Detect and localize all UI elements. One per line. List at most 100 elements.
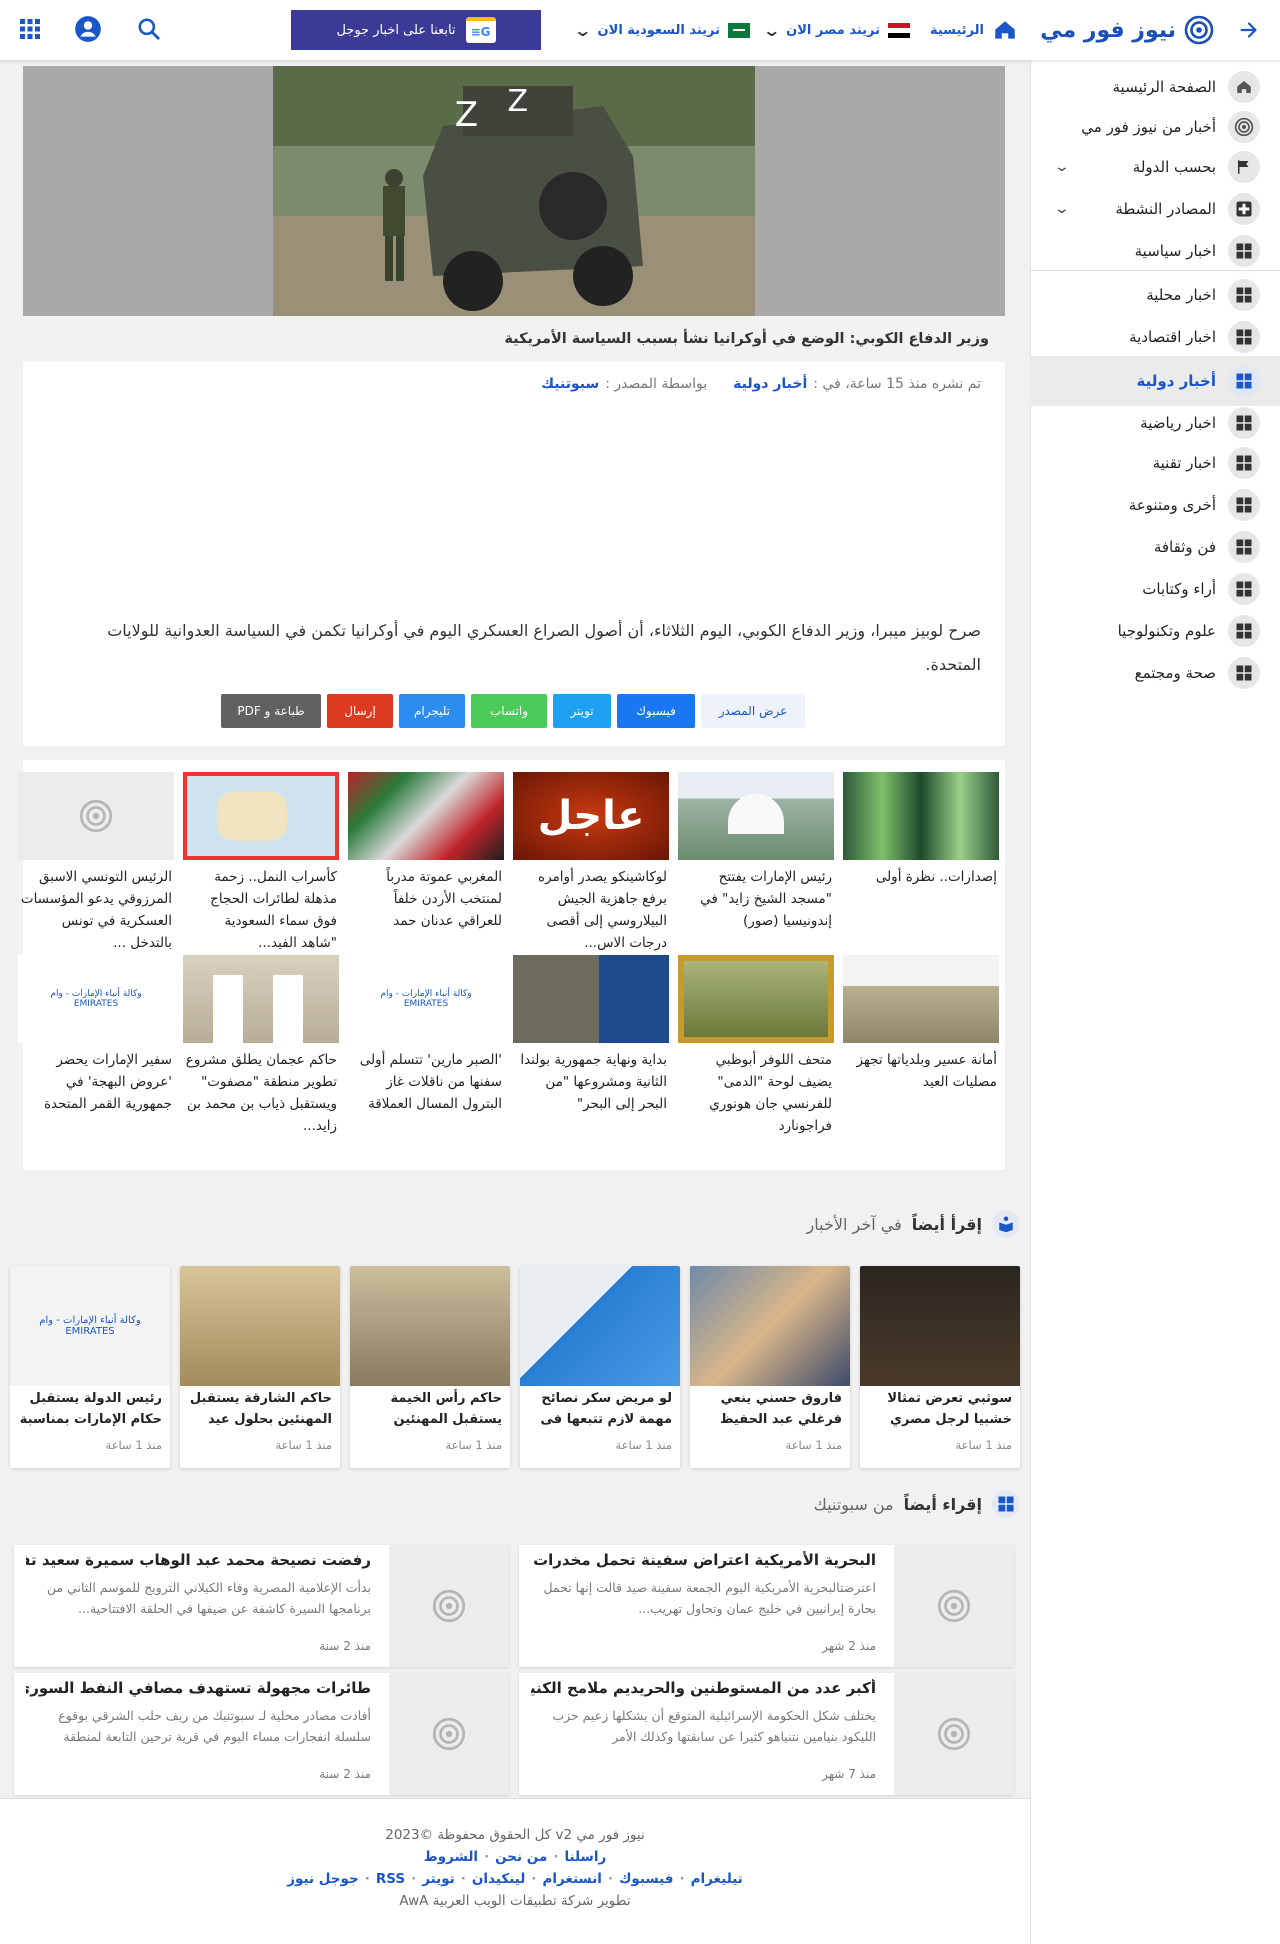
sidebar-item-4[interactable]: اخبار سياسية xyxy=(1060,232,1260,270)
grid-news-item[interactable]: إصدارات.. نظرة أولى xyxy=(843,772,999,888)
whatsapp-share-button[interactable]: واتساب xyxy=(471,694,547,728)
footer-link[interactable]: الشروط xyxy=(424,1849,478,1865)
card-thumbnail[interactable]: وكالة أنباء الإمارات - وام EMIRATES xyxy=(10,1266,170,1386)
telegram-share-button[interactable]: تليجرام xyxy=(399,694,465,728)
sidebar-item-11[interactable]: فن وثقافة xyxy=(1060,528,1260,566)
back-arrow-icon[interactable] xyxy=(1238,19,1260,41)
social-link[interactable]: RSS xyxy=(376,1871,405,1887)
news-caption[interactable]: متحف اللوفر أبوظبي يضيف لوحة "الدمى" للف… xyxy=(678,1049,834,1137)
news-caption[interactable]: كأسراب النمل.. زحمة مذهلة لطائرات الحجاج… xyxy=(183,866,339,954)
card-title[interactable]: طائرات مجهولة تستهدف مصافي النفط السوري xyxy=(26,1679,371,1697)
social-link[interactable]: لينكيدان xyxy=(472,1871,525,1887)
source-news-card[interactable]: البحرية الأمريكية اعتراض سفينة تحمل مخدر… xyxy=(519,1545,1014,1667)
news-caption[interactable]: لوكاشينكو يصدر أوامره برفع جاهزية الجيش … xyxy=(513,866,669,954)
sidebar-item-5[interactable]: اخبار محلية xyxy=(1060,276,1260,314)
also-read-card[interactable]: لو مريض سكر نصائح مهمة لازم تتبعها فى عي… xyxy=(520,1266,680,1468)
news-caption[interactable]: 'الصبر مارين' تتسلم أولى سفنها من ناقلات… xyxy=(348,1049,504,1115)
news-thumbnail[interactable] xyxy=(678,955,834,1043)
sidebar-item-13[interactable]: علوم وتكنولوجيا xyxy=(1060,612,1260,650)
news-caption[interactable]: الرئيس التونسي الاسبق المرزوقي يدعو المؤ… xyxy=(18,866,174,954)
twitter-share-button[interactable]: تويتر xyxy=(553,694,611,728)
grid-news-item[interactable]: المغربي عموتة مدرباً لمنتخب الأردن خلفاً… xyxy=(348,772,504,932)
sidebar-item-8[interactable]: اخبار رياضية xyxy=(1060,404,1260,442)
grid-news-item[interactable]: الرئيس التونسي الاسبق المرزوقي يدعو المؤ… xyxy=(18,772,174,954)
site-logo[interactable]: نيوز فور مي xyxy=(1040,10,1260,50)
news-thumbnail[interactable] xyxy=(183,955,339,1043)
news-caption[interactable]: المغربي عموتة مدرباً لمنتخب الأردن خلفاً… xyxy=(348,866,504,932)
card-title[interactable]: رئيس الدولة يستقبل حكام الإمارات بمناسبة… xyxy=(10,1386,170,1434)
news-caption[interactable]: أمانة عسير وبلدياتها تجهز مصليات العيد xyxy=(843,1049,999,1093)
grid-news-item[interactable]: عاجل لوكاشينكو يصدر أوامره برفع جاهزية ال… xyxy=(513,772,669,954)
card-thumbnail[interactable] xyxy=(350,1266,510,1386)
news-thumbnail[interactable] xyxy=(678,772,834,860)
footer-link[interactable]: راسلنا xyxy=(564,1849,606,1865)
also-read-card[interactable]: فاروق حسني ينعي فرغلي عبد الحفيظ كان حاض… xyxy=(690,1266,850,1468)
news-thumbnail[interactable]: وكالة أنباء الإمارات - وام EMIRATES xyxy=(18,955,174,1043)
chevron-down-icon[interactable]: ⌄ xyxy=(1054,159,1070,175)
card-title[interactable]: سوثبي تعرض تمثالا خشبيا لرجل مصري يرجع xyxy=(860,1386,1020,1434)
grid-news-item[interactable]: أمانة عسير وبلدياتها تجهز مصليات العيد xyxy=(843,955,999,1093)
news-caption[interactable]: إصدارات.. نظرة أولى xyxy=(843,866,999,888)
print-pdf-button[interactable]: طباعة و PDF xyxy=(221,694,321,728)
card-thumbnail[interactable] xyxy=(520,1266,680,1386)
sidebar-item-6[interactable]: اخبار اقتصادية xyxy=(1060,318,1260,356)
grid-news-item[interactable]: حاكم عجمان يطلق مشروع تطوير منطقة "مصفوت… xyxy=(183,955,339,1137)
news-caption[interactable]: سفير الإمارات يحضر 'عروض البهجة' في جمهو… xyxy=(18,1049,174,1115)
news-thumbnail[interactable] xyxy=(843,772,999,860)
grid-news-item[interactable]: متحف اللوفر أبوظبي يضيف لوحة "الدمى" للف… xyxy=(678,955,834,1137)
news-thumbnail[interactable] xyxy=(18,772,174,860)
sidebar-item-7[interactable]: أخبار دولية xyxy=(1030,356,1280,406)
news-thumbnail[interactable] xyxy=(513,955,669,1043)
grid-news-item[interactable]: بداية ونهاية جمهورية بولندا الثانية ومشر… xyxy=(513,955,669,1115)
facebook-share-button[interactable]: فيسبوك xyxy=(617,694,695,728)
grid-news-item[interactable]: وكالة أنباء الإمارات - وام EMIRATES سفير ا… xyxy=(18,955,174,1115)
social-link[interactable]: فيسبوك xyxy=(619,1871,673,1887)
send-button[interactable]: إرسال xyxy=(327,694,393,728)
source-news-card[interactable]: رفضت نصيحة محمد عبد الوهاب سميرة سعيد تف… xyxy=(14,1545,509,1667)
sidebar-item-3[interactable]: المصادر النشطة ⌄ xyxy=(1054,190,1260,228)
card-title[interactable]: لو مريض سكر نصائح مهمة لازم تتبعها فى عي… xyxy=(520,1386,680,1434)
also-read-card[interactable]: وكالة أنباء الإمارات - وام EMIRATES رئيس ا… xyxy=(10,1266,170,1468)
account-icon[interactable] xyxy=(74,15,102,43)
news-thumbnail[interactable] xyxy=(183,772,339,860)
trend-saudi-dropdown[interactable]: تريند السعودية الان ⌄ xyxy=(573,12,750,48)
card-title[interactable]: أكبر عدد من المستوطنين والحريديم ملامح ا… xyxy=(531,1679,876,1697)
card-thumbnail[interactable] xyxy=(690,1266,850,1386)
card-title[interactable]: حاكم رأس الخيمة يستقبل المهنئين بحلول عي… xyxy=(350,1386,510,1434)
source-news-card[interactable]: أكبر عدد من المستوطنين والحريديم ملامح ا… xyxy=(519,1673,1014,1795)
card-placeholder-thumbnail[interactable] xyxy=(389,1545,509,1667)
card-thumbnail[interactable] xyxy=(860,1266,1020,1386)
grid-news-item[interactable]: رئيس الإمارات يفتتح "مسجد الشيخ زايد" في… xyxy=(678,772,834,932)
grid-news-item[interactable]: كأسراب النمل.. زحمة مذهلة لطائرات الحجاج… xyxy=(183,772,339,954)
meta-category-link[interactable]: أخبار دولية xyxy=(733,376,807,392)
trend-egypt-dropdown[interactable]: تريند مصر الان ⌄ xyxy=(762,12,910,48)
card-title[interactable]: فاروق حسني ينعي فرغلي عبد الحفيظ كان حاض… xyxy=(690,1386,850,1434)
sidebar-item-0[interactable]: الصفحة الرئيسية xyxy=(1060,68,1260,106)
meta-source-link[interactable]: سبوتنيك xyxy=(541,376,599,392)
sidebar-item-14[interactable]: صحة ومجتمع xyxy=(1060,654,1260,692)
sidebar-item-10[interactable]: أخرى ومتنوعة xyxy=(1060,486,1260,524)
source-news-card[interactable]: طائرات مجهولة تستهدف مصافي النفط السوري أ… xyxy=(14,1673,509,1795)
nav-home-link[interactable]: الرئيسية xyxy=(930,12,1018,48)
also-read-card[interactable]: سوثبي تعرض تمثالا خشبيا لرجل مصري يرجع من… xyxy=(860,1266,1020,1468)
news-thumbnail[interactable] xyxy=(843,955,999,1043)
news-thumbnail[interactable]: وكالة أنباء الإمارات - وام EMIRATES xyxy=(348,955,504,1043)
sidebar-item-2[interactable]: بحسب الدولة ⌄ xyxy=(1054,148,1260,186)
social-link[interactable]: جوجل نيوز xyxy=(287,1871,359,1887)
social-link[interactable]: انستغرام xyxy=(542,1871,601,1887)
news-caption[interactable]: رئيس الإمارات يفتتح "مسجد الشيخ زايد" في… xyxy=(678,866,834,932)
card-title[interactable]: البحرية الأمريكية اعتراض سفينة تحمل مخدر… xyxy=(531,1551,876,1569)
news-caption[interactable]: حاكم عجمان يطلق مشروع تطوير منطقة "مصفوت… xyxy=(183,1049,339,1137)
news-thumbnail[interactable] xyxy=(348,772,504,860)
view-source-button[interactable]: عرض المصدر xyxy=(701,694,805,728)
sidebar-item-1[interactable]: أخبار من نيوز فور مي xyxy=(1060,108,1260,146)
sidebar-item-12[interactable]: أراء وكتابات xyxy=(1060,570,1260,608)
search-icon[interactable] xyxy=(136,16,162,42)
card-placeholder-thumbnail[interactable] xyxy=(894,1673,1014,1795)
grid-news-item[interactable]: وكالة أنباء الإمارات - وام EMIRATES 'الصبر… xyxy=(348,955,504,1115)
chevron-down-icon[interactable]: ⌄ xyxy=(1054,201,1070,217)
card-thumbnail[interactable] xyxy=(180,1266,340,1386)
news-thumbnail[interactable]: عاجل xyxy=(513,772,669,860)
apps-grid-icon[interactable] xyxy=(18,17,42,41)
social-link[interactable]: تويتر xyxy=(422,1871,455,1887)
